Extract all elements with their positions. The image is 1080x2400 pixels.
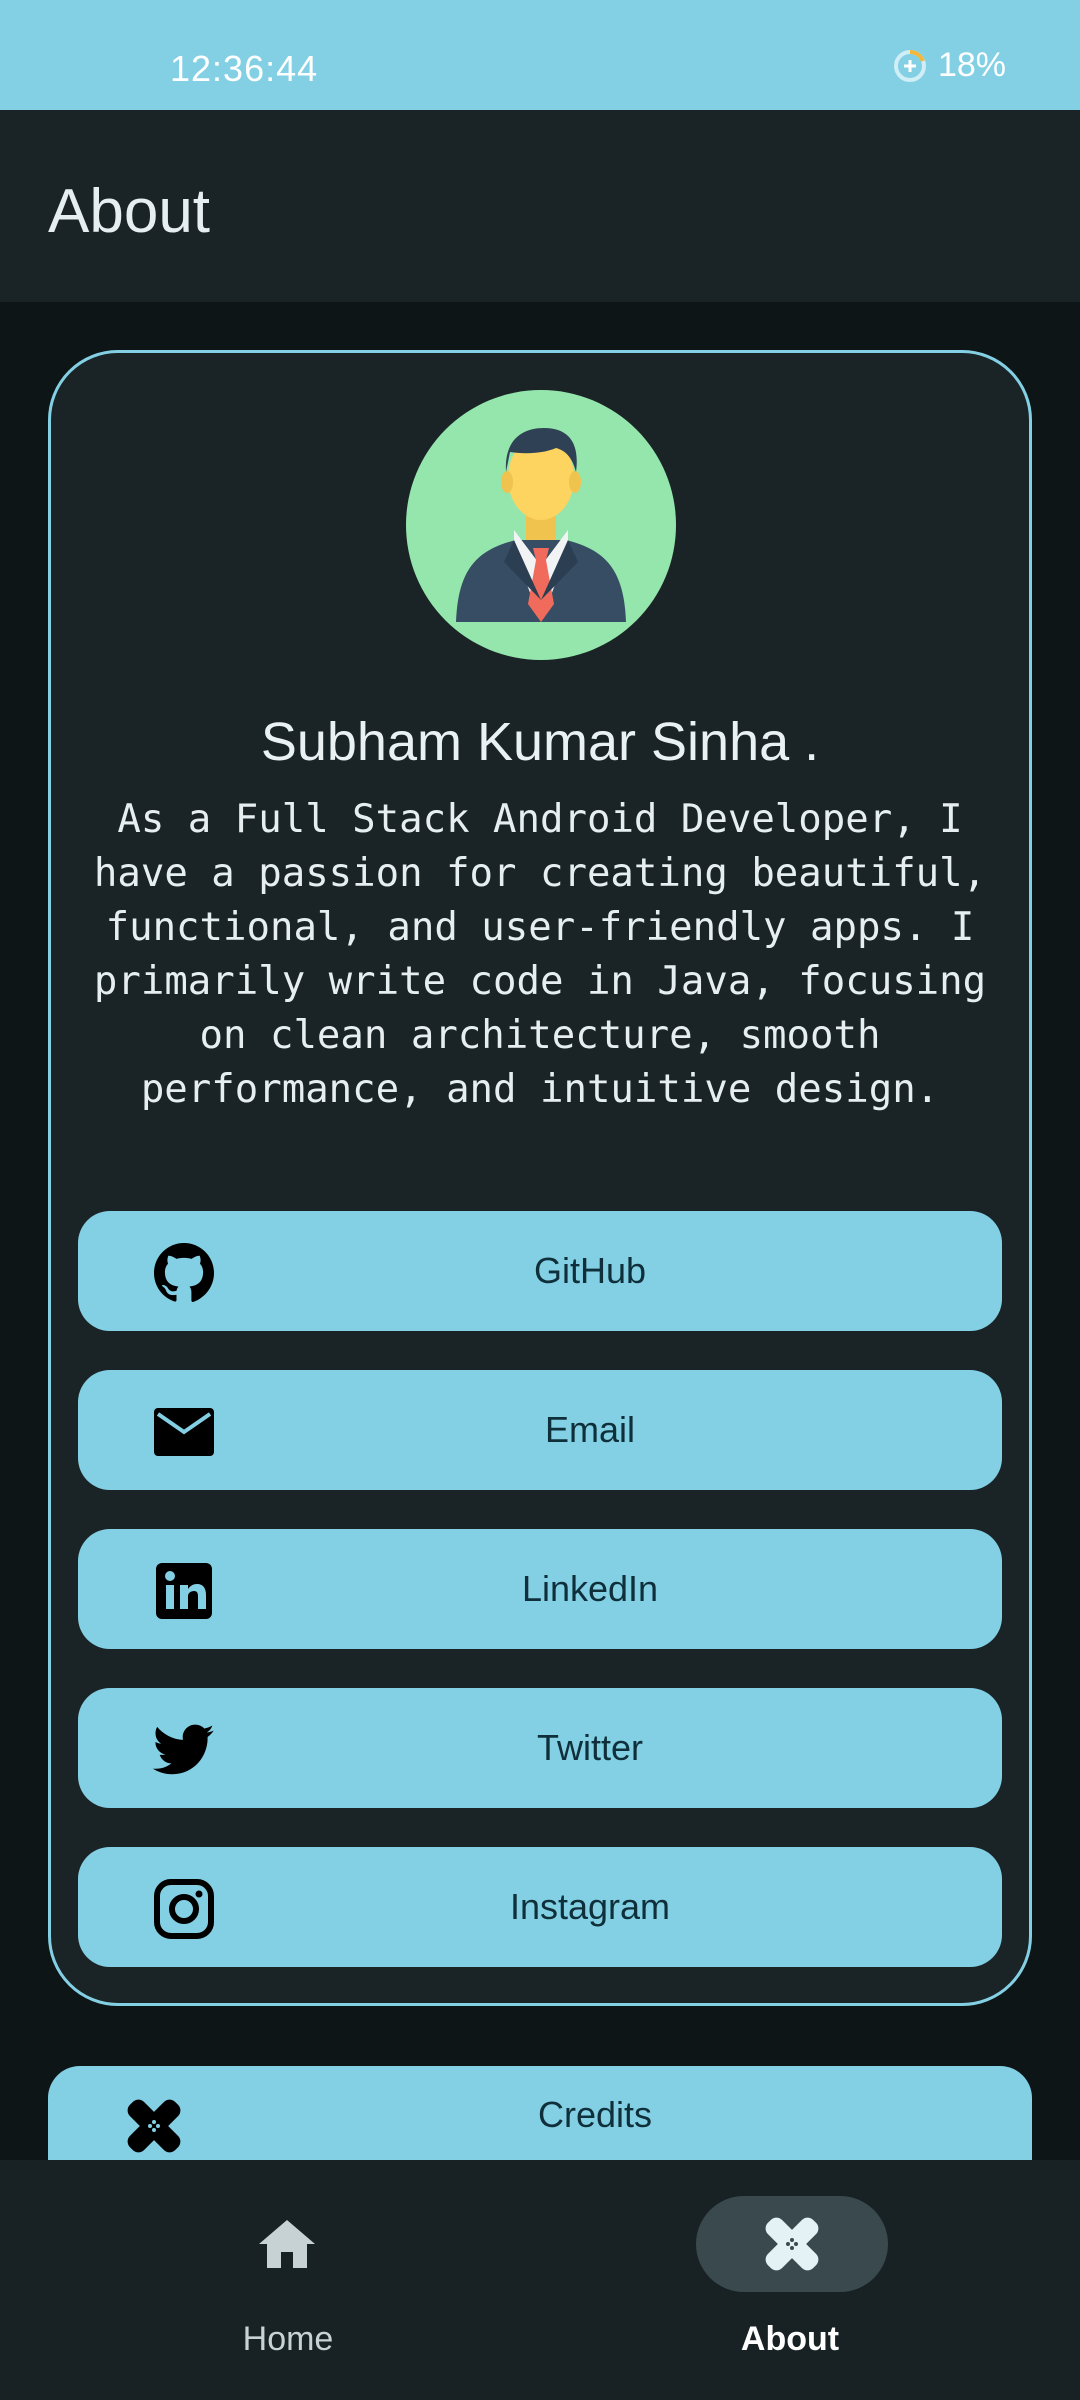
- app-bar: About: [0, 110, 1080, 302]
- profile-name: Subham Kumar Sinha .: [260, 712, 820, 772]
- nav-home-label: Home: [242, 2320, 334, 2358]
- nav-home[interactable]: Home: [0, 2160, 540, 2400]
- twitter-label: Twitter: [536, 1727, 643, 1768]
- github-label: GitHub: [533, 1250, 647, 1291]
- linkedin-label: LinkedIn: [521, 1568, 659, 1609]
- instagram-button[interactable]: Instagram: [78, 1847, 1002, 1967]
- email-label: Email: [544, 1409, 636, 1450]
- bandage-icon: [765, 2217, 819, 2271]
- credits-label: Credits: [537, 2094, 653, 2135]
- battery-indicator: 18%: [892, 46, 1006, 85]
- profile-bio: As a Full Stack Android Developer, I hav…: [93, 797, 987, 1112]
- businessman-avatar-icon: [406, 390, 676, 660]
- twitter-button[interactable]: Twitter: [78, 1688, 1002, 1808]
- status-bar: 12:36:44 18%: [0, 0, 1080, 110]
- bottom-navigation: Home About: [0, 2160, 1080, 2400]
- nav-about[interactable]: About: [540, 2160, 1080, 2400]
- profile-card: Subham Kumar Sinha . As a Full Stack And…: [48, 350, 1032, 2006]
- battery-saver-icon: [893, 49, 926, 82]
- nav-about-label: About: [740, 2320, 840, 2358]
- battery-percent: 18%: [937, 46, 1006, 84]
- home-icon: [259, 2220, 315, 2268]
- email-button[interactable]: Email: [78, 1370, 1002, 1490]
- page-title: About: [48, 177, 211, 246]
- credits-button[interactable]: Credits: [48, 2066, 1032, 2166]
- github-button[interactable]: GitHub: [78, 1211, 1002, 1331]
- status-time: 12:36:44: [170, 48, 319, 89]
- instagram-label: Instagram: [509, 1886, 671, 1927]
- linkedin-button[interactable]: LinkedIn: [78, 1529, 1002, 1649]
